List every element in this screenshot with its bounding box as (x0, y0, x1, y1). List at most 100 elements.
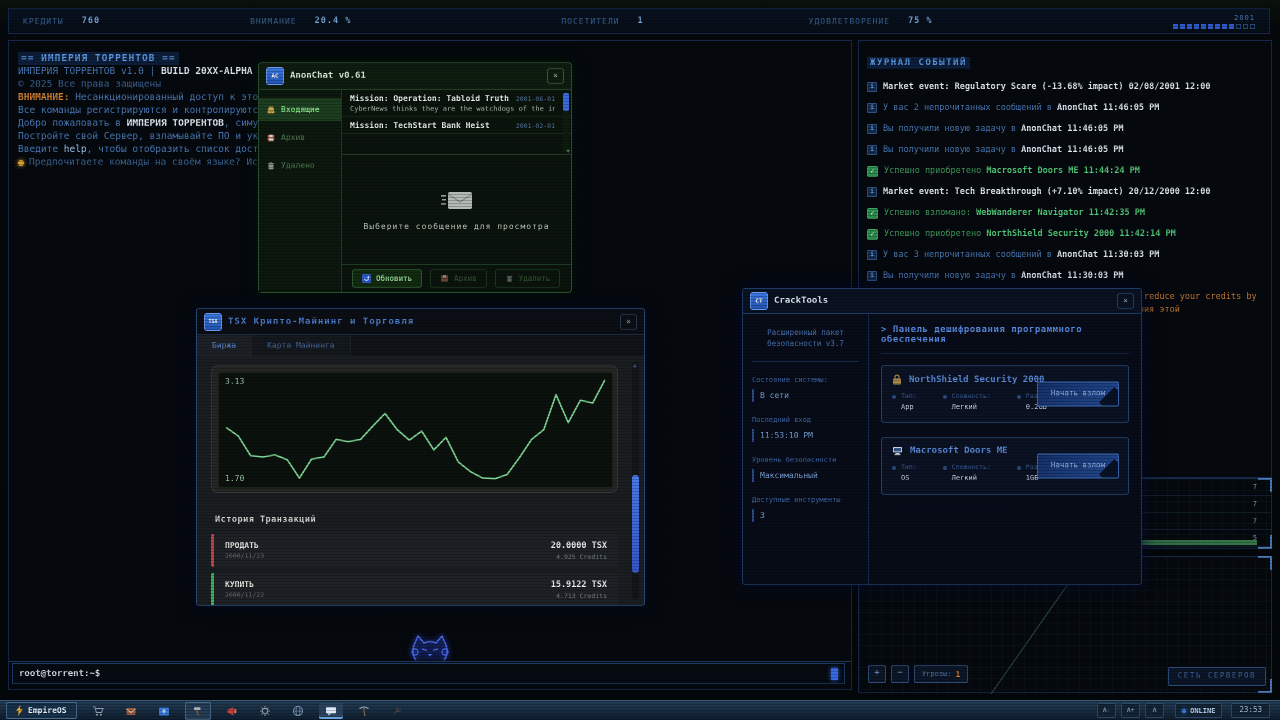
scrollbar-thumb[interactable] (632, 475, 639, 573)
tsx-tab-bar: Биржа Карта Майнинга (197, 335, 644, 357)
tsx-scrollbar[interactable]: ▲ (632, 361, 639, 599)
security-package-label: Расширенный пакет безопасности v3.7 (752, 324, 859, 362)
satisfaction-stat: УДОВЛЕТВОРЕНИЕ 75 % (809, 16, 933, 26)
refresh-button[interactable]: Обновить (352, 269, 422, 288)
chat-bubble-icon (325, 705, 337, 717)
mining-taskbar-button[interactable] (352, 703, 376, 719)
message-view-empty: Выберите сообщение для просмотра (342, 155, 571, 264)
year-progress-dot (1222, 24, 1227, 29)
bullet-icon (892, 395, 896, 399)
files-taskbar-button[interactable] (152, 703, 176, 719)
tab-exchange[interactable]: Биржа (197, 335, 252, 356)
tsx-content: 3.13 1.70 ▲ История Транзакций ПРОДАТЬ 2… (197, 357, 644, 605)
panel-title: > Панель дешифрования программного обесп… (881, 325, 1129, 354)
info-icon: i (867, 187, 877, 197)
font-decrease-button[interactable]: A- (1097, 703, 1116, 718)
scroll-down-icon[interactable]: ▼ (566, 148, 570, 155)
year-progress-dot (1243, 24, 1248, 29)
chart-min-label: 1.70 (225, 474, 244, 483)
server-network-button[interactable]: СЕТЬ СЕРВЕРОВ (1168, 667, 1266, 686)
start-hack-button[interactable]: Начать взлом (1037, 454, 1119, 479)
check-icon: ✓ (867, 229, 878, 240)
system-status-label: Состояние системы: (752, 376, 859, 384)
terminal-line: © 2025 Все права защищены (18, 79, 161, 90)
terminal-line: Добро пожаловать в (18, 118, 127, 129)
bullet-icon (943, 395, 947, 399)
marketing-taskbar-button[interactable] (220, 703, 244, 719)
prompt-text: root@torrent:~$ (19, 669, 100, 679)
satisfaction-label: УДОВЛЕТВОРЕНИЕ (809, 17, 890, 26)
terminal-warning-label: ВНИМАНИЕ: (18, 92, 69, 103)
online-dot-icon (1182, 709, 1186, 713)
delete-button[interactable]: Удалить (495, 269, 561, 288)
event-entry: iВы получили новую задачу в AnonChat 11:… (867, 270, 1263, 282)
close-icon[interactable]: × (1117, 293, 1134, 309)
hint-bulb-icon (18, 160, 24, 166)
folder-deleted[interactable]: Удалено (259, 154, 341, 177)
cracktools-window: CT CrackTools × Расширенный пакет безопа… (742, 288, 1142, 585)
wrench-icon (391, 705, 403, 717)
credits-value: 760 (82, 16, 100, 26)
transaction-row-sell[interactable]: ПРОДАТЬ 2000/11/23 20.0000 TSX 4.925 Cre… (211, 534, 618, 567)
message-item[interactable]: Mission: TechStart Bank Heist 2001-02-01 (342, 117, 571, 134)
info-icon: i (867, 250, 877, 260)
lock-icon (892, 374, 902, 385)
message-item[interactable]: Mission: Operation: Tabloid Truth 2001-0… (342, 90, 571, 117)
anonchat-folder-list: Входящие Архив Удалено (259, 90, 342, 292)
transaction-row-buy[interactable]: КУПИТЬ 2000/11/22 15.9122 TSX 4.713 Cred… (211, 573, 618, 606)
gear-icon (259, 705, 271, 717)
zoom-out-button[interactable]: − (891, 665, 909, 683)
tsx-app-icon: TSX (204, 313, 222, 331)
close-icon[interactable]: × (620, 314, 637, 330)
top-status-bar: КРЕДИТЫ 760 ВНИМАНИЕ 20.4 % ПОСЕТИТЕЛИ 1… (8, 8, 1270, 34)
folder-archive[interactable]: Архив (259, 126, 341, 149)
event-entry: iВы получили новую задачу в AnonChat 11:… (867, 144, 1263, 156)
inbox-icon (266, 105, 276, 115)
attention-label: ВНИМАНИЕ (250, 17, 297, 26)
tools-taskbar-button[interactable] (385, 703, 409, 719)
message-list-scrollbar[interactable] (563, 92, 569, 152)
terminal-divider (9, 661, 851, 662)
zoom-in-button[interactable]: + (868, 665, 886, 683)
cracktools-taskbar-button[interactable] (185, 702, 211, 720)
year-progress-dot (1180, 24, 1185, 29)
decryption-panel: > Панель дешифрования программного обесп… (869, 314, 1141, 584)
taskbar: EmpireOS A- A+ A ONLINE 23:53 (0, 700, 1280, 720)
megaphone-icon (226, 705, 238, 717)
envelope-icon (439, 189, 475, 213)
browser-taskbar-button[interactable] (286, 703, 310, 719)
anonchat-taskbar-button[interactable] (319, 703, 343, 719)
tab-mining-map[interactable]: Карта Майнинга (252, 335, 350, 356)
archive-button[interactable]: Архив (430, 269, 487, 288)
font-reset-button[interactable]: A (1145, 703, 1164, 718)
shop-taskbar-button[interactable] (86, 703, 110, 719)
threat-counter: Угрозы: 1 (914, 665, 968, 683)
start-hack-button[interactable]: Начать взлом (1037, 382, 1119, 407)
year-progress-dot (1187, 24, 1192, 29)
terminal-cursor (831, 668, 838, 680)
anonchat-titlebar[interactable]: AC AnonChat v0.61 × (259, 63, 571, 90)
last-login-value: 11:53:10 PM (752, 429, 859, 442)
close-icon[interactable]: × (547, 68, 564, 84)
price-chart-bezel: 3.13 1.70 (211, 365, 618, 493)
year-progress-dot (1236, 24, 1241, 29)
font-increase-button[interactable]: A+ (1121, 703, 1140, 718)
floppy-icon (440, 274, 449, 283)
bullet-icon (943, 466, 947, 470)
terminal-prompt[interactable]: root@torrent:~$ (12, 663, 845, 684)
year-progress-dot (1215, 24, 1220, 29)
check-icon: ✓ (867, 166, 878, 177)
tools-available-value: 3 (752, 509, 859, 522)
start-menu-button[interactable]: EmpireOS (6, 702, 77, 719)
folder-inbox[interactable]: Входящие (259, 98, 341, 121)
event-entry-success: ✓Успешно приобретено Macrosoft Doors ME … (867, 165, 1263, 177)
mail-taskbar-button[interactable] (119, 703, 143, 719)
security-level-label: Уровень безопасности (752, 456, 859, 464)
chart-max-label: 3.13 (225, 377, 244, 386)
scroll-up-icon[interactable]: ▲ (633, 362, 637, 369)
terminal-title: == ИМПЕРИЯ ТОРРЕНТОВ == (18, 52, 179, 65)
cracktools-titlebar[interactable]: CT CrackTools × (743, 289, 1141, 314)
settings-taskbar-button[interactable] (253, 703, 277, 719)
tsx-titlebar[interactable]: TSX TSX Крипто-Майнинг и Торговля × (197, 309, 644, 335)
scrollbar-thumb[interactable] (563, 93, 569, 111)
